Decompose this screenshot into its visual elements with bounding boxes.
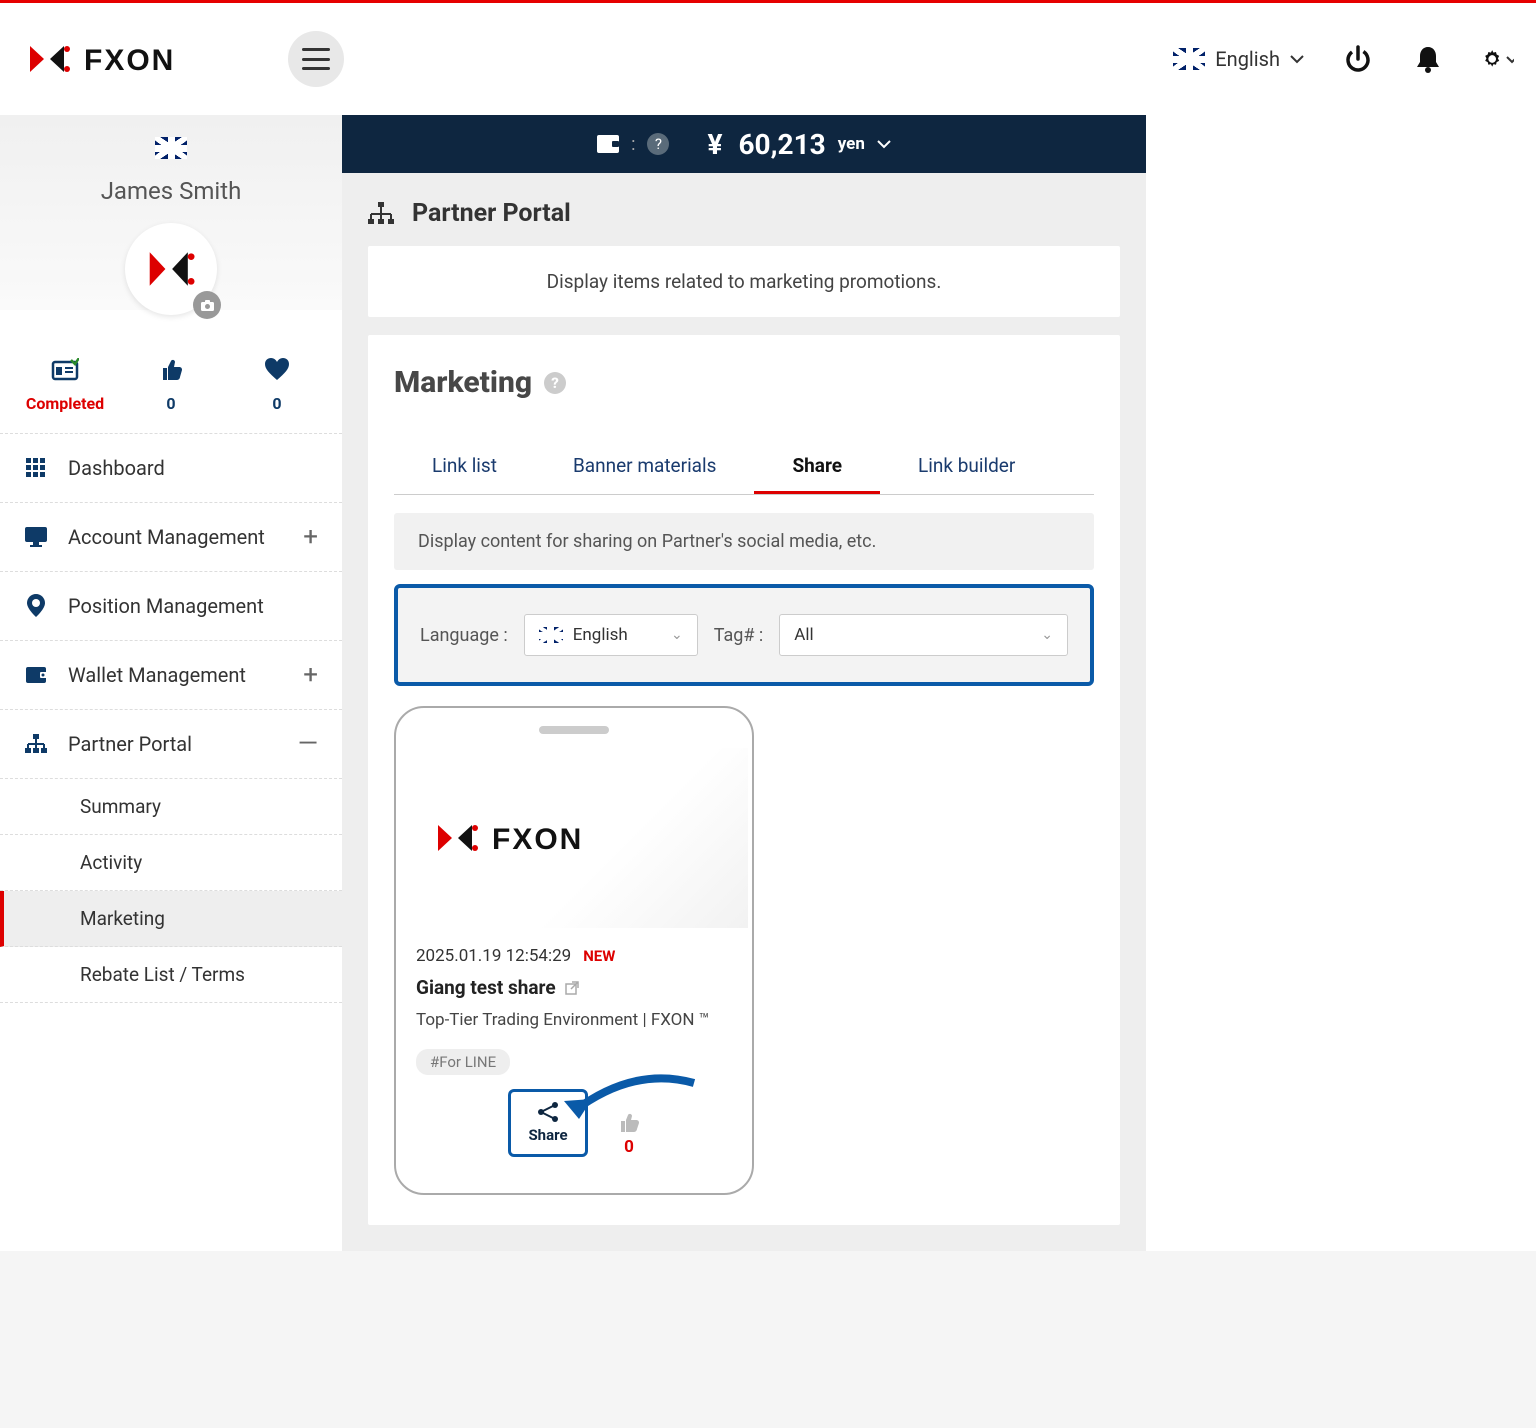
phone-notch [539, 726, 609, 734]
language-filter-select[interactable]: English ⌄ [524, 614, 698, 656]
settings-button[interactable] [1482, 43, 1514, 75]
camera-icon[interactable] [193, 291, 221, 319]
hamburger-icon [302, 48, 330, 70]
sidebar-item-position[interactable]: Position Management [0, 572, 342, 641]
language-label: English [1215, 47, 1280, 71]
post-date: 2025.01.19 12:54:29 [416, 946, 571, 966]
sitemap-icon [24, 734, 48, 754]
chevron-down-icon: ⌄ [1041, 627, 1053, 643]
user-name: James Smith [0, 177, 342, 205]
sidebar-item-label: Partner Portal [68, 732, 192, 756]
sidebar-item-label: Wallet Management [68, 663, 246, 687]
page-description: Display items related to marketing promo… [368, 246, 1120, 317]
sidebar-item-label: Position Management [68, 594, 264, 618]
share-preview-card: FXON 2025.01.19 12:54:29 NEW Giang test … [394, 706, 754, 1195]
svg-text:FXON: FXON [492, 823, 583, 856]
sidebar: James Smith Completed 0 [0, 115, 342, 1251]
chevron-down-icon[interactable] [877, 139, 891, 149]
preview-banner: FXON [400, 748, 748, 928]
help-icon[interactable]: ? [647, 133, 669, 155]
sidebar-item-label: Dashboard [68, 456, 165, 480]
balance-bar: : ? ¥ 60,213 yen [342, 115, 1146, 173]
avatar[interactable] [125, 223, 217, 315]
chevron-down-icon [1290, 54, 1304, 64]
brand-logo: FXON [22, 32, 232, 87]
sidebar-item-dashboard[interactable]: Dashboard [0, 434, 342, 503]
tab-link-list[interactable]: Link list [394, 440, 535, 494]
power-button[interactable] [1342, 43, 1374, 75]
arrow-annotation [554, 1071, 704, 1126]
minus-icon: — [298, 729, 318, 759]
sidebar-sub-activity[interactable]: Activity [0, 835, 342, 891]
new-badge: NEW [583, 947, 615, 965]
tab-description: Display content for sharing on Partner's… [394, 513, 1094, 570]
tab-banner[interactable]: Banner materials [535, 440, 755, 494]
stat-favs: 0 [224, 394, 330, 413]
balance-amount: 60,213 [738, 128, 825, 161]
thumbs-up-icon [159, 358, 183, 382]
post-tag[interactable]: #For LINE [416, 1049, 510, 1075]
flag-uk-icon [539, 627, 563, 643]
language-selector[interactable]: English [1173, 47, 1304, 71]
wallet-icon [24, 666, 48, 684]
page-title: Partner Portal [368, 199, 1120, 228]
language-filter-label: Language : [420, 625, 508, 646]
tab-share[interactable]: Share [754, 440, 880, 494]
wallet-icon [597, 135, 619, 153]
stat-likes: 0 [118, 394, 224, 413]
notifications-button[interactable] [1412, 43, 1444, 75]
external-link-icon[interactable] [564, 980, 580, 996]
like-count: 0 [624, 1137, 634, 1157]
balance-symbol: ¥ [707, 128, 722, 161]
balance-currency: yen [838, 134, 865, 154]
section-title: Marketing ? [394, 365, 1094, 400]
share-button-label: Share [528, 1126, 567, 1144]
monitor-icon [24, 527, 48, 547]
pin-icon [24, 594, 48, 618]
plus-icon: + [303, 660, 318, 690]
filter-panel: Language : English ⌄ Tag# : All ⌄ [394, 584, 1094, 686]
chevron-down-icon: ⌄ [671, 627, 683, 643]
sidebar-sub-rebate[interactable]: Rebate List / Terms [0, 947, 342, 1003]
sidebar-item-account[interactable]: Account Management + [0, 503, 342, 572]
svg-text:FXON: FXON [84, 44, 175, 77]
user-stats: Completed 0 0 [0, 310, 342, 434]
flag-uk-icon [155, 137, 187, 159]
tabs: Link list Banner materials Share Link bu… [394, 440, 1094, 495]
grid-icon [24, 458, 48, 478]
tag-filter-select[interactable]: All ⌄ [779, 614, 1068, 656]
tag-filter-label: Tag# : [714, 625, 764, 646]
top-bar: FXON English [0, 3, 1536, 115]
sidebar-item-partner[interactable]: Partner Portal — [0, 710, 342, 779]
flag-uk-icon [1173, 48, 1205, 70]
post-subtitle: Top-Tier Trading Environment | FXON ™ [416, 1009, 732, 1033]
menu-toggle-button[interactable] [288, 31, 344, 87]
sidebar-sub-summary[interactable]: Summary [0, 779, 342, 835]
tab-builder[interactable]: Link builder [880, 440, 1053, 494]
post-title: Giang test share [416, 976, 556, 999]
heart-icon [264, 358, 290, 382]
sitemap-icon [368, 202, 394, 226]
stat-completed: Completed [12, 394, 118, 413]
help-icon[interactable]: ? [544, 372, 566, 394]
sidebar-item-label: Account Management [68, 525, 265, 549]
sidebar-item-wallet[interactable]: Wallet Management + [0, 641, 342, 710]
id-card-icon [51, 358, 79, 382]
sidebar-sub-marketing[interactable]: Marketing [0, 891, 342, 947]
plus-icon: + [303, 522, 318, 552]
chevron-down-icon [1506, 55, 1514, 64]
